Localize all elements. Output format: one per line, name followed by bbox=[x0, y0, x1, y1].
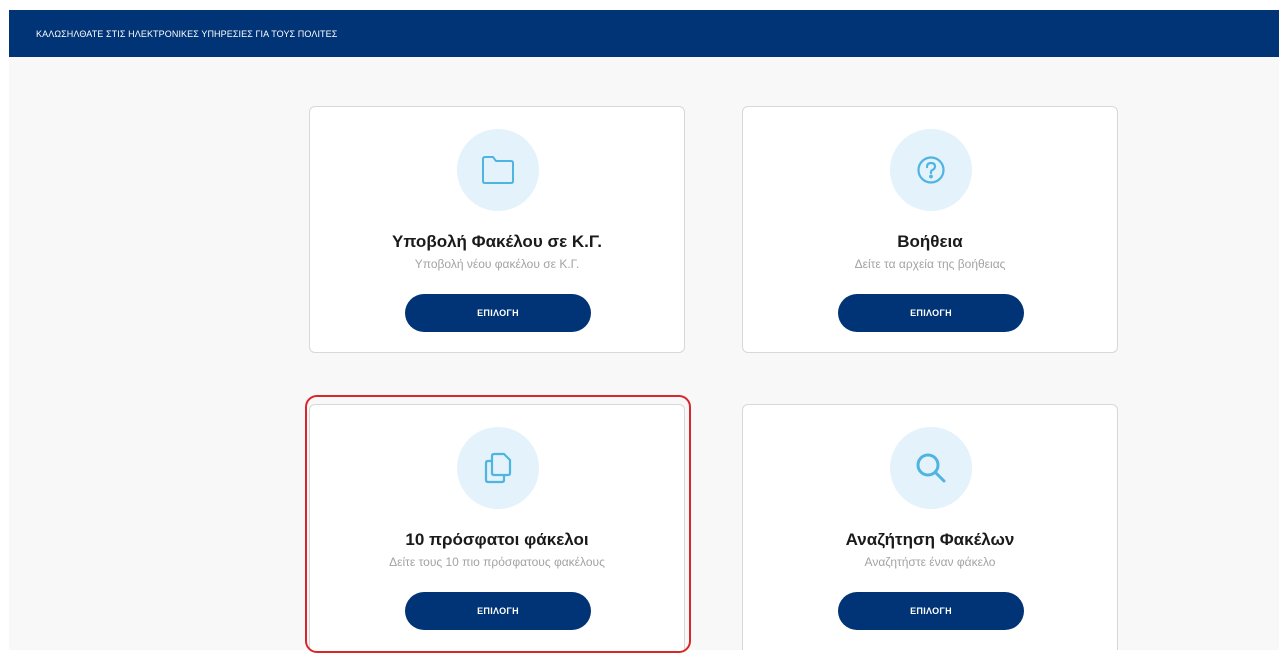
card-search-folders: Αναζήτηση Φακέλων Αναζητήστε έναν φάκελο… bbox=[742, 404, 1118, 650]
card-subtitle: Υποβολή νέου φακέλου σε Κ.Γ. bbox=[414, 257, 580, 271]
card-title: Υποβολή Φακέλου σε Κ.Γ. bbox=[392, 232, 602, 251]
select-button[interactable]: ΕΠΙΛΟΓΗ bbox=[838, 294, 1024, 332]
copy-icon bbox=[457, 427, 539, 509]
help-icon bbox=[890, 129, 972, 211]
card-subtitle: Δείτε τα αρχεία της βοήθειας bbox=[854, 257, 1006, 271]
search-icon bbox=[890, 427, 972, 509]
card-title: 10 πρόσφατοι φάκελοι bbox=[405, 530, 589, 549]
card-subtitle: Αναζητήστε έναν φάκελο bbox=[864, 555, 996, 569]
card-subtitle: Δείτε τους 10 πιο πρόσφατους φακέλους bbox=[389, 555, 605, 569]
page: ΚΑΛΩΣΗΛΘΑΤΕ ΣΤΙΣ ΗΛΕΚΤΡΟΝΙΚΕΣ ΥΠΗΡΕΣΙΕΣ … bbox=[0, 0, 1283, 653]
card-title: Βοήθεια bbox=[897, 232, 963, 251]
header-bar: ΚΑΛΩΣΗΛΘΑΤΕ ΣΤΙΣ ΗΛΕΚΤΡΟΝΙΚΕΣ ΥΠΗΡΕΣΙΕΣ … bbox=[9, 10, 1279, 57]
card-help: Βοήθεια Δείτε τα αρχεία της βοήθειας ΕΠΙ… bbox=[742, 106, 1118, 353]
card-recent-folders: 10 πρόσφατοι φάκελοι Δείτε τους 10 πιο π… bbox=[309, 404, 685, 650]
select-button[interactable]: ΕΠΙΛΟΓΗ bbox=[405, 294, 591, 332]
header-title: ΚΑΛΩΣΗΛΘΑΤΕ ΣΤΙΣ ΗΛΕΚΤΡΟΝΙΚΕΣ ΥΠΗΡΕΣΙΕΣ … bbox=[36, 28, 338, 39]
select-button[interactable]: ΕΠΙΛΟΓΗ bbox=[838, 592, 1024, 630]
card-submit-folder: Υποβολή Φακέλου σε Κ.Γ. Υποβολή νέου φακ… bbox=[309, 106, 685, 353]
select-button[interactable]: ΕΠΙΛΟΓΗ bbox=[405, 592, 591, 630]
folder-icon bbox=[457, 129, 539, 211]
card-title: Αναζήτηση Φακέλων bbox=[845, 530, 1015, 549]
